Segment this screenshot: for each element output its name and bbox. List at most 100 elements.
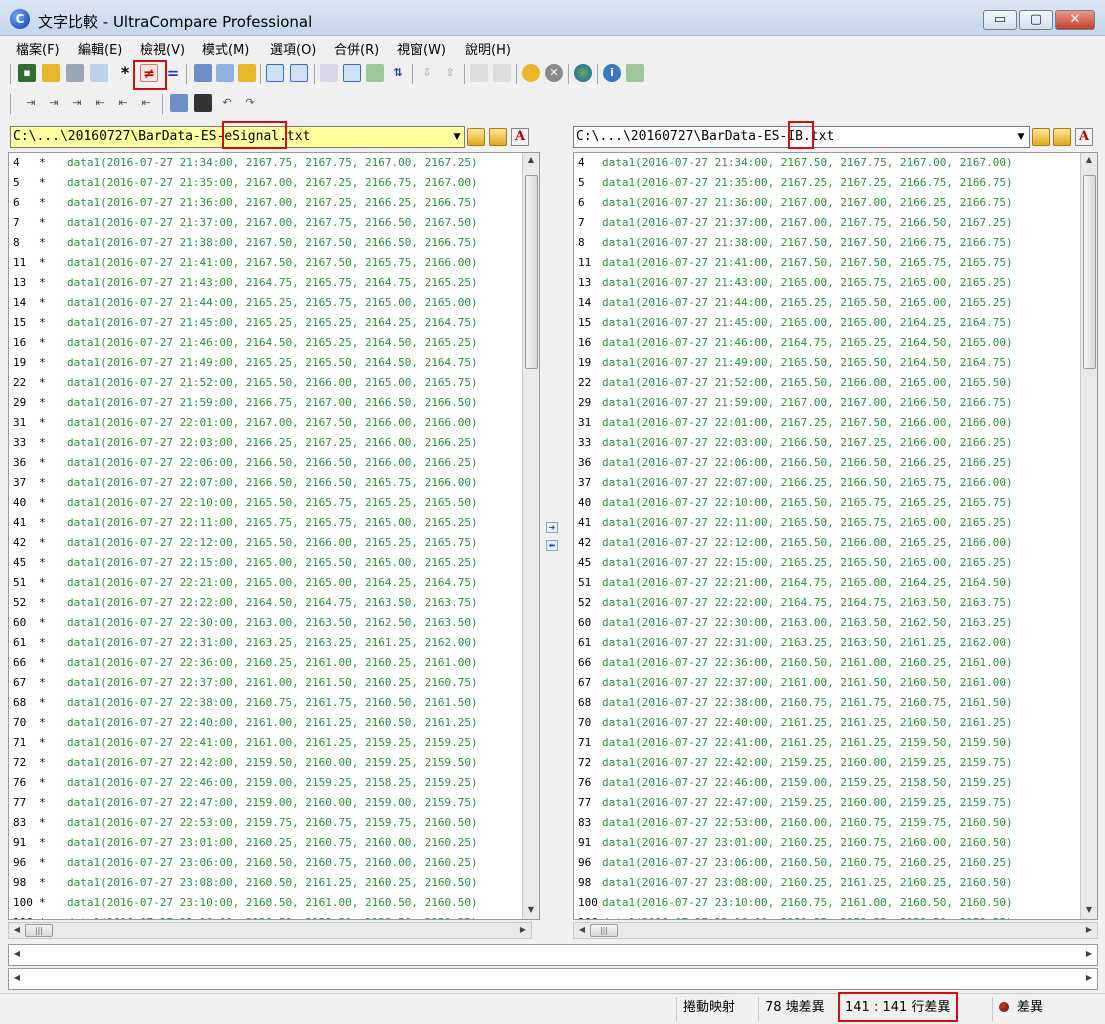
- prev-diff-icon[interactable]: ⇧: [441, 64, 459, 82]
- text-line[interactable]: 52 data1(2016-07-27 22:22:00, 2164.75, 21…: [574, 595, 1094, 615]
- text-line[interactable]: 37 * data1(2016-07-27 22:07:00, 2166.50, 2…: [9, 475, 529, 495]
- right-vertical-scrollbar[interactable]: ▲ ▼: [1080, 153, 1097, 919]
- text-line[interactable]: 40 data1(2016-07-27 22:10:00, 2165.50, 21…: [574, 495, 1094, 515]
- text-line[interactable]: 51 data1(2016-07-27 22:21:00, 2164.75, 21…: [574, 575, 1094, 595]
- text-line[interactable]: 33 data1(2016-07-27 22:03:00, 2166.50, 21…: [574, 435, 1094, 455]
- scroll-thumb[interactable]: |||: [25, 924, 53, 937]
- text-line[interactable]: 36 data1(2016-07-27 22:06:00, 2166.50, 21…: [574, 455, 1094, 475]
- text-line[interactable]: 100 data1(2016-07-27 23:10:00, 2160.75, 2…: [574, 895, 1094, 915]
- sync-icon[interactable]: ⇅: [389, 64, 407, 82]
- scroll-left-icon[interactable]: ◀: [11, 973, 23, 985]
- close-button[interactable]: ✕: [1055, 10, 1095, 30]
- text-line[interactable]: 71 data1(2016-07-27 22:41:00, 2161.25, 21…: [574, 735, 1094, 755]
- scroll-right-icon[interactable]: ▶: [1083, 925, 1095, 937]
- detail-line-left[interactable]: ◀ ▶: [8, 944, 1098, 966]
- ignore-options-icon[interactable]: [522, 64, 540, 82]
- text-line[interactable]: 36 * data1(2016-07-27 22:06:00, 2166.50, 2…: [9, 455, 529, 475]
- scroll-right-icon[interactable]: ▶: [1083, 949, 1095, 961]
- merge-left-arrow-icon[interactable]: ⬅: [546, 540, 558, 551]
- text-line[interactable]: 67 data1(2016-07-27 22:37:00, 2161.00, 21…: [574, 675, 1094, 695]
- text-line[interactable]: 37 data1(2016-07-27 22:07:00, 2166.25, 21…: [574, 475, 1094, 495]
- delete-right-icon[interactable]: ⇤: [137, 94, 155, 112]
- merge-right-arrow-icon[interactable]: ➜: [546, 522, 558, 533]
- list-view-icon[interactable]: [343, 64, 361, 82]
- text-line[interactable]: 15 * data1(2016-07-27 21:45:00, 2165.25, 2…: [9, 315, 529, 335]
- copy-right-icon[interactable]: [493, 64, 511, 82]
- delete-both-icon[interactable]: ⇤: [114, 94, 132, 112]
- open-folder-icon[interactable]: [42, 64, 60, 82]
- text-line[interactable]: 96 data1(2016-07-27 23:06:00, 2160.50, 21…: [574, 855, 1094, 875]
- text-line[interactable]: 11 data1(2016-07-27 21:41:00, 2167.50, 21…: [574, 255, 1094, 275]
- text-line[interactable]: 100 * data1(2016-07-27 23:10:00, 2160.50, …: [9, 895, 529, 915]
- text-line[interactable]: 6 * data1(2016-07-27 21:36:00, 2167.00, 21…: [9, 195, 529, 215]
- text-line[interactable]: 61 data1(2016-07-27 22:31:00, 2163.25, 21…: [574, 635, 1094, 655]
- menu-mode[interactable]: 模式(M): [202, 39, 249, 58]
- scroll-down-icon[interactable]: ▼: [525, 905, 537, 917]
- menu-merge[interactable]: 合併(R): [334, 39, 379, 58]
- text-line[interactable]: 8 data1(2016-07-27 21:38:00, 2167.50, 216…: [574, 235, 1094, 255]
- folder-compare-icon[interactable]: [238, 64, 256, 82]
- info-icon[interactable]: i: [603, 64, 621, 82]
- text-line[interactable]: 60 data1(2016-07-27 22:30:00, 2163.00, 21…: [574, 615, 1094, 635]
- text-line[interactable]: 77 data1(2016-07-27 22:47:00, 2159.25, 21…: [574, 795, 1094, 815]
- right-text-pane[interactable]: 4 data1(2016-07-27 21:34:00, 2167.50, 216…: [573, 152, 1098, 920]
- text-line[interactable]: 7 * data1(2016-07-27 21:37:00, 2167.00, 21…: [9, 215, 529, 235]
- text-line[interactable]: 16 * data1(2016-07-27 21:46:00, 2164.50, 2…: [9, 335, 529, 355]
- text-line[interactable]: 31 data1(2016-07-27 22:01:00, 2167.25, 21…: [574, 415, 1094, 435]
- detail-line-right[interactable]: ◀ ▶: [8, 968, 1098, 990]
- report-icon[interactable]: [366, 64, 384, 82]
- print-icon[interactable]: [66, 64, 84, 82]
- menu-options[interactable]: 選項(O): [270, 39, 316, 58]
- text-line[interactable]: 14 * data1(2016-07-27 21:44:00, 2165.25, 2…: [9, 295, 529, 315]
- text-line[interactable]: 66 data1(2016-07-27 22:36:00, 2160.50, 21…: [574, 655, 1094, 675]
- right-path-dropdown-icon[interactable]: ▼: [1015, 128, 1027, 146]
- text-line[interactable]: 41 * data1(2016-07-27 22:11:00, 2165.75, 2…: [9, 515, 529, 535]
- insert-both-icon[interactable]: ⇥: [45, 94, 63, 112]
- text-line[interactable]: 98 data1(2016-07-27 23:08:00, 2160.25, 21…: [574, 875, 1094, 895]
- edit-file-icon[interactable]: [170, 94, 188, 112]
- show-all-button[interactable]: *: [116, 64, 134, 82]
- scroll-thumb[interactable]: [525, 175, 538, 369]
- scroll-right-icon[interactable]: ▶: [517, 925, 529, 937]
- ftp-globe-icon[interactable]: [574, 64, 592, 82]
- insert-left-icon[interactable]: ⇥: [22, 94, 40, 112]
- text-line[interactable]: 71 * data1(2016-07-27 22:41:00, 2161.00, 2…: [9, 735, 529, 755]
- text-line[interactable]: 15 data1(2016-07-27 21:45:00, 2165.00, 21…: [574, 315, 1094, 335]
- text-line[interactable]: 60 * data1(2016-07-27 22:30:00, 2163.00, 2…: [9, 615, 529, 635]
- text-line[interactable]: 52 * data1(2016-07-27 22:22:00, 2164.50, 2…: [9, 595, 529, 615]
- text-line[interactable]: 40 * data1(2016-07-27 22:10:00, 2165.50, 2…: [9, 495, 529, 515]
- text-line[interactable]: 70 * data1(2016-07-27 22:40:00, 2161.00, 2…: [9, 715, 529, 735]
- left-vertical-scrollbar[interactable]: ▲ ▼: [522, 153, 539, 919]
- text-line[interactable]: 4 data1(2016-07-27 21:34:00, 2167.50, 216…: [574, 155, 1094, 175]
- redo-icon[interactable]: ↷: [241, 94, 259, 112]
- next-diff-icon[interactable]: ⇩: [418, 64, 436, 82]
- menu-view[interactable]: 檢視(V): [140, 39, 185, 58]
- text-line[interactable]: 106 * data1(2016-07-27 23:16:00, 2159.50, …: [9, 915, 529, 919]
- save-icon[interactable]: ▪: [18, 64, 36, 82]
- text-line[interactable]: 22 * data1(2016-07-27 21:52:00, 2165.50, 2…: [9, 375, 529, 395]
- text-line[interactable]: 19 * data1(2016-07-27 21:49:00, 2165.25, 2…: [9, 355, 529, 375]
- text-line[interactable]: 83 data1(2016-07-27 22:53:00, 2160.00, 21…: [574, 815, 1094, 835]
- text-line[interactable]: 70 data1(2016-07-27 22:40:00, 2161.25, 21…: [574, 715, 1094, 735]
- text-line[interactable]: 45 * data1(2016-07-27 22:15:00, 2165.00, 2…: [9, 555, 529, 575]
- show-matches-button[interactable]: =: [164, 64, 182, 82]
- copy-left-icon[interactable]: [470, 64, 488, 82]
- text-line[interactable]: 76 data1(2016-07-27 22:46:00, 2159.00, 21…: [574, 775, 1094, 795]
- copy-icon[interactable]: [194, 64, 212, 82]
- text-line[interactable]: 11 * data1(2016-07-27 21:41:00, 2167.50, 2…: [9, 255, 529, 275]
- text-line[interactable]: 13 data1(2016-07-27 21:43:00, 2165.00, 21…: [574, 275, 1094, 295]
- text-line[interactable]: 91 data1(2016-07-27 23:01:00, 2160.25, 21…: [574, 835, 1094, 855]
- text-line[interactable]: 6 data1(2016-07-27 21:36:00, 2167.00, 216…: [574, 195, 1094, 215]
- right-horizontal-scrollbar[interactable]: ◀ ||| ▶: [573, 922, 1098, 939]
- text-line[interactable]: 68 data1(2016-07-27 22:38:00, 2160.75, 21…: [574, 695, 1094, 715]
- delete-left-icon[interactable]: ⇤: [91, 94, 109, 112]
- insert-right-icon[interactable]: ⇥: [68, 94, 86, 112]
- text-line[interactable]: 29 * data1(2016-07-27 21:59:00, 2166.75, 2…: [9, 395, 529, 415]
- text-line[interactable]: 106 data1(2016-07-27 23:16:00, 2159.25, 2…: [574, 915, 1094, 919]
- text-line[interactable]: 5 * data1(2016-07-27 21:35:00, 2167.00, 21…: [9, 175, 529, 195]
- text-line[interactable]: 67 * data1(2016-07-27 22:37:00, 2161.00, 2…: [9, 675, 529, 695]
- scroll-left-icon[interactable]: ◀: [11, 925, 23, 937]
- text-line[interactable]: 14 data1(2016-07-27 21:44:00, 2165.25, 21…: [574, 295, 1094, 315]
- text-line[interactable]: 19 data1(2016-07-27 21:49:00, 2165.50, 21…: [574, 355, 1094, 375]
- right-open-folder-icon[interactable]: [1032, 128, 1050, 146]
